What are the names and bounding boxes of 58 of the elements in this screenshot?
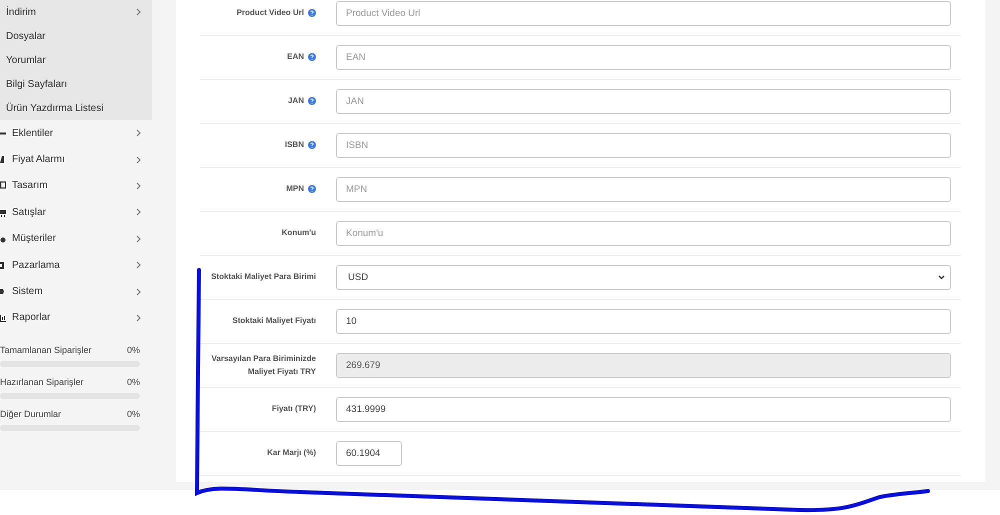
input-field[interactable]: 431.9999 xyxy=(336,397,951,422)
menu-item[interactable]: Pazarlama xyxy=(0,252,152,278)
chevron-icon xyxy=(136,129,141,138)
help-icon[interactable] xyxy=(308,9,316,18)
field-label: EAN xyxy=(287,51,304,64)
stat-value: 0% xyxy=(126,409,140,420)
field-label: Fiyatı (TRY) xyxy=(272,403,316,416)
input-field[interactable]: 10 xyxy=(336,309,951,334)
chevron-icon xyxy=(136,156,141,164)
input-field[interactable]: EAN xyxy=(336,45,951,70)
submenu-item[interactable]: Yorumlar xyxy=(0,48,152,72)
menu-item[interactable]: Eklentiler xyxy=(0,120,152,146)
field-label: Varsayılan Para Biriminizde Maliyet Fiyatı TRY xyxy=(210,353,316,378)
menu-item[interactable]: Müşteriler xyxy=(0,226,152,252)
stat-label: Diğer Durumlar xyxy=(0,409,62,420)
menu-item[interactable]: Raporlar xyxy=(0,304,152,332)
menu-item[interactable]: Satışlar xyxy=(0,199,152,226)
help-icon[interactable] xyxy=(308,53,316,62)
input-field[interactable]: MPN xyxy=(336,177,951,202)
input-field[interactable]: JAN xyxy=(336,89,951,114)
help-icon[interactable] xyxy=(308,141,316,150)
chevron-icon xyxy=(136,288,141,296)
stat-label: Hazırlanan Siparişler xyxy=(0,377,84,388)
chevron-icon xyxy=(136,208,141,216)
chevron-icon xyxy=(136,234,141,243)
chevron-icon xyxy=(136,261,141,270)
chevron-icon xyxy=(136,182,141,190)
submenu-item[interactable]: Ürün Yazdırma Listesi xyxy=(0,96,152,120)
field-label: Konum'u xyxy=(282,227,316,240)
field-label: Product Video Url xyxy=(236,7,304,20)
chevron-icon xyxy=(136,314,141,322)
input-field[interactable]: Konum'u xyxy=(336,221,951,246)
input-field[interactable]: Product Video Url xyxy=(336,1,951,26)
field-label: MPN xyxy=(286,183,304,196)
stat-value: 0% xyxy=(126,377,140,388)
input-field[interactable]: ISBN xyxy=(336,133,951,158)
submenu-item[interactable]: Bilgi Sayfaları xyxy=(0,72,152,96)
field-label: JAN xyxy=(288,95,304,108)
cart-icon xyxy=(0,208,6,217)
stat-label: Tamamlanan Siparişler xyxy=(0,345,92,356)
input-field[interactable]: 60.1904 xyxy=(336,441,402,466)
chevron-icon xyxy=(136,8,141,16)
field-label: Stoktaki Maliyet Fiyatı xyxy=(232,315,316,328)
menu-item[interactable]: Fiyat Alarmı xyxy=(0,146,152,173)
menu-item[interactable]: Tasarım xyxy=(0,172,152,200)
currency-select[interactable]: USD xyxy=(336,265,951,290)
caret-icon xyxy=(938,275,945,280)
help-icon[interactable] xyxy=(308,185,316,194)
menu-item[interactable]: Sistem xyxy=(0,278,152,305)
field-label: Stoktaki Maliyet Para Birimi xyxy=(211,271,316,284)
field-label: Kar Marjı (%) xyxy=(267,447,316,460)
chart-icon xyxy=(0,313,6,322)
field-label: ISBN xyxy=(284,139,304,152)
help-icon[interactable] xyxy=(308,97,316,106)
submenu-item[interactable]: Dosyalar xyxy=(0,24,152,48)
submenu-item[interactable]: İndirim xyxy=(0,0,152,24)
stat-value: 0% xyxy=(126,345,140,356)
monitor-icon xyxy=(0,181,6,190)
